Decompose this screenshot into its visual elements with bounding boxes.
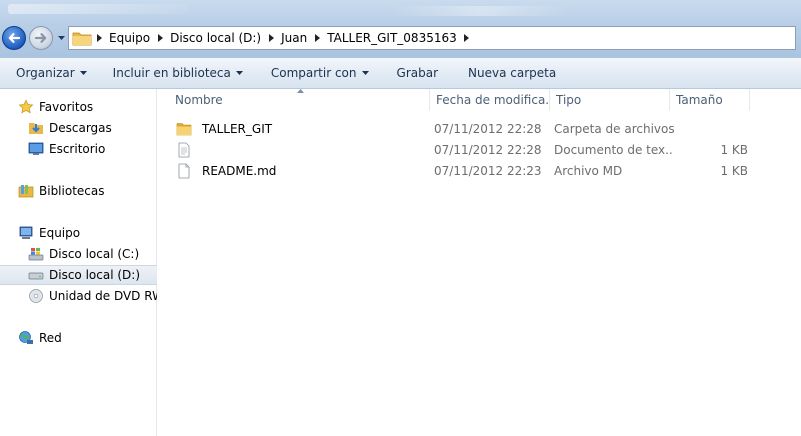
breadcrumb-chevron-icon[interactable] xyxy=(92,34,106,42)
sort-ascending-icon xyxy=(297,89,304,93)
file-icon xyxy=(178,163,190,179)
sidebar-item-downloads[interactable]: Descargas xyxy=(0,118,157,138)
downloads-folder-icon xyxy=(29,123,43,134)
window-title-blur-2 xyxy=(390,6,570,16)
column-header-size[interactable]: Tamaño xyxy=(670,89,750,111)
chevron-down-icon xyxy=(79,71,87,75)
breadcrumb-chevron-icon[interactable] xyxy=(460,34,474,42)
text-file-icon xyxy=(178,142,190,158)
computer-icon xyxy=(19,226,33,239)
file-name-cell: TALLER_GIT xyxy=(176,121,434,137)
breadcrumb-taller-git[interactable]: TALLER_GIT_0835163 xyxy=(324,31,460,45)
include-in-library-label: Incluir en biblioteca xyxy=(112,66,231,80)
chevron-down-icon xyxy=(235,71,243,75)
share-with-button[interactable]: Compartir con xyxy=(262,62,378,84)
column-header-type[interactable]: Tipo xyxy=(550,89,670,111)
file-size-cell: 1 KB xyxy=(720,164,748,178)
file-type-cell: Documento de tex... xyxy=(554,143,674,157)
table-row[interactable]: 07/11/2012 22:28 Documento de tex... 1 K… xyxy=(176,140,756,160)
command-bar: Organizar Incluir en biblioteca Comparti… xyxy=(0,58,801,89)
dvd-drive-icon xyxy=(29,289,43,303)
sidebar-item-favorites[interactable]: Favoritos xyxy=(0,97,157,117)
breadcrumb-chevron-icon[interactable] xyxy=(264,34,278,42)
sidebar-item-computer[interactable]: Equipo xyxy=(0,223,157,243)
breadcrumb-juan[interactable]: Juan xyxy=(278,31,310,45)
desktop-icon xyxy=(28,142,44,155)
windows-drive-icon xyxy=(28,248,44,261)
libraries-icon xyxy=(18,185,34,198)
burn-label: Grabar xyxy=(396,66,439,80)
star-icon xyxy=(18,99,34,114)
drive-icon xyxy=(28,272,44,280)
sidebar-item-libraries[interactable]: Bibliotecas xyxy=(0,181,157,201)
file-date-cell: 07/11/2012 22:23 xyxy=(434,164,542,178)
folder-icon xyxy=(176,123,192,136)
sidebar-item-desktop[interactable]: Escritorio xyxy=(0,139,157,159)
sidebar-item-disk-d[interactable]: Disco local (D:) xyxy=(0,265,157,285)
new-folder-label: Nueva carpeta xyxy=(468,66,557,80)
table-row[interactable]: README.md 07/11/2012 22:23 Archivo MD 1 … xyxy=(176,161,756,181)
file-type-cell: Archivo MD xyxy=(554,164,623,178)
organize-label: Organizar xyxy=(16,66,75,80)
include-in-library-button[interactable]: Incluir en biblioteca xyxy=(104,62,252,84)
column-header-date[interactable]: Fecha de modifica... xyxy=(430,89,550,111)
window-title-blur xyxy=(8,4,188,14)
share-with-label: Compartir con xyxy=(270,66,357,80)
table-row[interactable]: TALLER_GIT 07/11/2012 22:28 Carpeta de a… xyxy=(176,119,756,139)
sidebar-item-network[interactable]: Red xyxy=(0,328,157,348)
arrow-left-icon xyxy=(8,33,21,43)
column-header-row: Nombre Fecha de modifica... Tipo Tamaño xyxy=(158,89,750,111)
file-size-cell: 1 KB xyxy=(720,143,748,157)
recent-pages-dropdown-icon[interactable] xyxy=(57,33,66,42)
file-list: Nombre Fecha de modifica... Tipo Tamaño … xyxy=(158,89,801,436)
address-bar[interactable]: Equipo Disco local (D:) Juan TALLER_GIT_… xyxy=(68,26,796,50)
breadcrumb-equipo[interactable]: Equipo xyxy=(106,31,153,45)
folder-icon xyxy=(72,32,92,46)
forward-button[interactable] xyxy=(29,26,53,50)
sidebar-item-disk-c[interactable]: Disco local (C:) xyxy=(0,244,157,264)
file-name-cell: README.md xyxy=(176,163,434,179)
new-folder-button[interactable]: Nueva carpeta xyxy=(459,62,565,84)
back-button[interactable] xyxy=(2,26,26,50)
breadcrumb-chevron-icon[interactable] xyxy=(153,34,167,42)
file-name-cell xyxy=(176,142,434,158)
breadcrumb-chevron-icon[interactable] xyxy=(310,34,324,42)
window-titlebar: Equipo Disco local (D:) Juan TALLER_GIT_… xyxy=(0,0,801,58)
burn-button[interactable]: Grabar xyxy=(388,62,448,84)
sidebar-item-dvd[interactable]: Unidad de DVD RW ( xyxy=(0,286,157,306)
column-header-name[interactable]: Nombre xyxy=(158,89,430,111)
organize-button[interactable]: Organizar xyxy=(7,62,96,84)
navigation-pane: Favoritos Descargas Escritorio Bibliotec… xyxy=(0,89,157,436)
file-date-cell: 07/11/2012 22:28 xyxy=(434,122,542,136)
breadcrumb-disco-d[interactable]: Disco local (D:) xyxy=(167,31,264,45)
network-icon xyxy=(19,331,33,344)
arrow-right-icon xyxy=(34,33,47,43)
chevron-down-icon xyxy=(361,71,369,75)
file-type-cell: Carpeta de archivos xyxy=(554,122,674,136)
file-date-cell: 07/11/2012 22:28 xyxy=(434,143,542,157)
